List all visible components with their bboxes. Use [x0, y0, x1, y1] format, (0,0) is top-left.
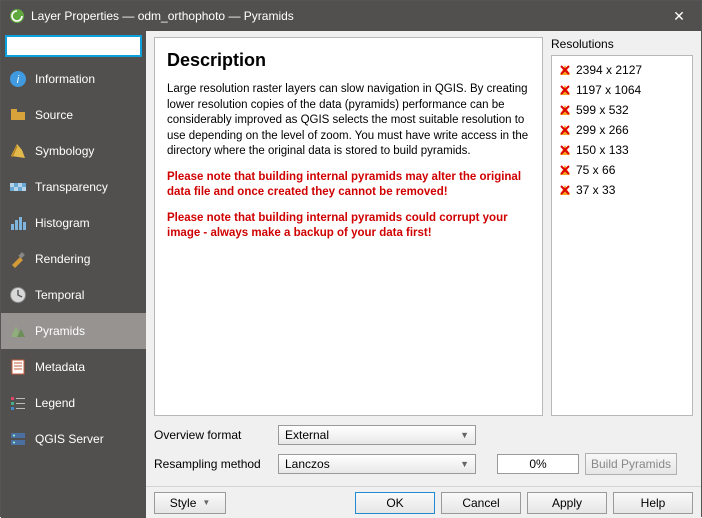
resolution-item[interactable]: 299 x 266: [554, 120, 690, 140]
info-icon: i: [9, 70, 27, 88]
symbology-icon: [9, 142, 27, 160]
form-area: Overview format External ▼ Resampling me…: [146, 420, 701, 486]
content: Description Large resolution raster laye…: [146, 31, 701, 518]
sidebar-item-symbology[interactable]: Symbology: [1, 133, 146, 169]
description-heading: Description: [167, 48, 530, 72]
rendering-icon: [9, 250, 27, 268]
description-panel: Description Large resolution raster laye…: [154, 37, 543, 416]
overview-format-row: Overview format External ▼: [154, 422, 693, 448]
help-button[interactable]: Help: [613, 492, 693, 514]
histogram-icon: [9, 214, 27, 232]
sidebar-item-transparency[interactable]: Transparency: [1, 169, 146, 205]
transparency-icon: [9, 178, 27, 196]
search-row: [1, 31, 146, 61]
resolution-item[interactable]: 599 x 532: [554, 100, 690, 120]
build-pyramids-button[interactable]: Build Pyramids: [585, 453, 677, 475]
titlebar: Layer Properties — odm_orthophoto — Pyra…: [1, 1, 701, 31]
close-icon[interactable]: ✕: [665, 8, 693, 25]
overview-format-value: External: [285, 428, 329, 442]
description-warning-1: Please note that building internal pyram…: [167, 170, 530, 201]
sidebar-item-qgis-server[interactable]: QGIS Server: [1, 421, 146, 457]
sidebar-item-label: Legend: [35, 396, 75, 410]
pyramid-missing-icon: [558, 163, 572, 177]
resolution-value: 1197 x 1064: [576, 83, 641, 97]
pyramids-icon: [9, 322, 27, 340]
style-button-label: Style: [170, 496, 197, 510]
resolutions-list[interactable]: 2394 x 2127 1197 x 1064 599 x 532 299 x 266…: [551, 55, 693, 416]
resolution-item[interactable]: 2394 x 2127: [554, 60, 690, 80]
sidebar-item-histogram[interactable]: Histogram: [1, 205, 146, 241]
sidebar-list: i Information Source Symbology Transparency H…: [1, 61, 146, 518]
server-icon: [9, 430, 27, 448]
sidebar-item-rendering[interactable]: Rendering: [1, 241, 146, 277]
sidebar-item-label: Pyramids: [35, 324, 85, 338]
ok-button[interactable]: OK: [355, 492, 435, 514]
resolution-item[interactable]: 37 x 33: [554, 180, 690, 200]
metadata-icon: [9, 358, 27, 376]
pyramid-missing-icon: [558, 183, 572, 197]
sidebar-item-label: Rendering: [35, 252, 90, 266]
main-area: i Information Source Symbology Transparency H…: [1, 31, 701, 518]
resolution-item[interactable]: 1197 x 1064: [554, 80, 690, 100]
resolution-value: 150 x 133: [576, 143, 629, 157]
resolution-value: 299 x 266: [576, 123, 629, 137]
sidebar-item-source[interactable]: Source: [1, 97, 146, 133]
style-button[interactable]: Style ▼: [154, 492, 226, 514]
pyramid-missing-icon: [558, 63, 572, 77]
pyramid-missing-icon: [558, 143, 572, 157]
search-input[interactable]: [5, 35, 142, 57]
upper-panels: Description Large resolution raster laye…: [146, 31, 701, 420]
resolution-value: 2394 x 2127: [576, 63, 642, 77]
legend-icon: [9, 394, 27, 412]
pyramid-missing-icon: [558, 123, 572, 137]
chevron-down-icon: ▼: [202, 498, 210, 507]
sidebar-item-label: Temporal: [35, 288, 84, 302]
resolution-value: 599 x 532: [576, 103, 629, 117]
sidebar: i Information Source Symbology Transparency H…: [1, 31, 146, 518]
apply-button[interactable]: Apply: [527, 492, 607, 514]
sidebar-item-label: Symbology: [35, 144, 94, 158]
resolution-item[interactable]: 150 x 133: [554, 140, 690, 160]
window-title: Layer Properties — odm_orthophoto — Pyra…: [31, 9, 665, 23]
app-icon: [9, 8, 25, 24]
sidebar-item-label: Source: [35, 108, 73, 122]
footer: Style ▼ OK Cancel Apply Help: [146, 486, 701, 518]
overview-format-label: Overview format: [154, 428, 272, 442]
pyramid-missing-icon: [558, 103, 572, 117]
sidebar-item-information[interactable]: i Information: [1, 61, 146, 97]
sidebar-item-metadata[interactable]: Metadata: [1, 349, 146, 385]
temporal-icon: [9, 286, 27, 304]
sidebar-item-label: Metadata: [35, 360, 85, 374]
cancel-button[interactable]: Cancel: [441, 492, 521, 514]
resampling-method-value: Lanczos: [285, 457, 330, 471]
description-body: Large resolution raster layers can slow …: [167, 82, 530, 160]
progress-value: 0%: [497, 454, 579, 474]
resolution-value: 37 x 33: [576, 183, 615, 197]
sidebar-item-pyramids[interactable]: Pyramids: [1, 313, 146, 349]
resampling-method-label: Resampling method: [154, 457, 272, 471]
resolution-item[interactable]: 75 x 66: [554, 160, 690, 180]
description-warning-2: Please note that building internal pyram…: [167, 211, 530, 242]
sidebar-item-temporal[interactable]: Temporal: [1, 277, 146, 313]
sidebar-item-label: QGIS Server: [35, 432, 104, 446]
source-icon: [9, 106, 27, 124]
sidebar-item-legend[interactable]: Legend: [1, 385, 146, 421]
sidebar-item-label: Information: [35, 72, 95, 86]
sidebar-item-label: Histogram: [35, 216, 90, 230]
resolutions-panel: Resolutions 2394 x 2127 1197 x 1064 599 x …: [551, 37, 693, 416]
resolution-value: 75 x 66: [576, 163, 615, 177]
pyramid-missing-icon: [558, 83, 572, 97]
sidebar-item-label: Transparency: [35, 180, 108, 194]
resampling-method-row: Resampling method Lanczos ▼ 0% Build Pyr…: [154, 451, 693, 477]
resampling-method-combo[interactable]: Lanczos ▼: [278, 454, 476, 474]
chevron-down-icon: ▼: [460, 430, 469, 440]
resolutions-label: Resolutions: [551, 37, 693, 51]
chevron-down-icon: ▼: [460, 459, 469, 469]
overview-format-combo[interactable]: External ▼: [278, 425, 476, 445]
